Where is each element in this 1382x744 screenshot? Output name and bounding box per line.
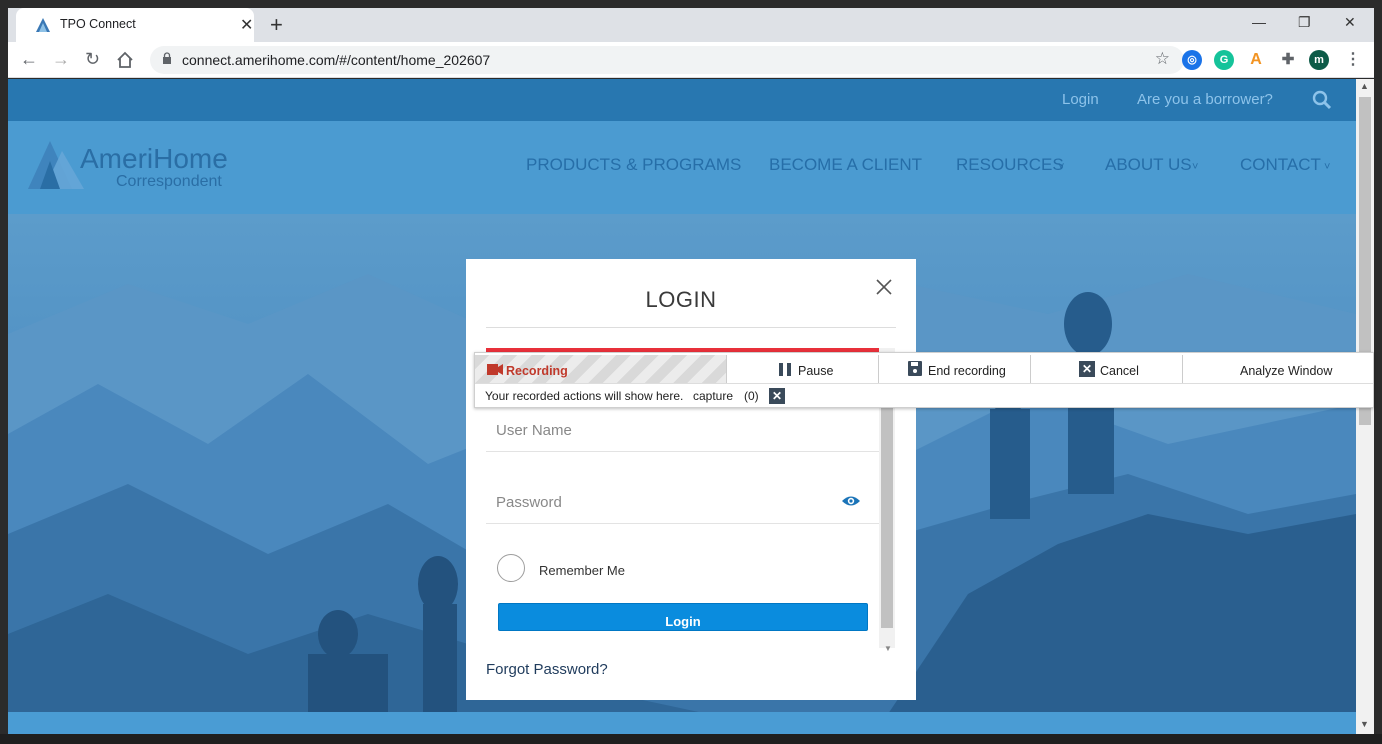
window-close-icon[interactable]: ✕	[1344, 14, 1356, 31]
username-field[interactable]: User Name	[486, 412, 879, 452]
recording-label: Recording	[506, 364, 568, 378]
chevron-down-icon: ˅	[1324, 161, 1331, 173]
browser-tab[interactable]: TPO Connect ✕	[16, 8, 254, 42]
save-icon	[908, 361, 922, 376]
recorder-divider	[475, 383, 1373, 384]
home-icon[interactable]	[116, 51, 134, 69]
analyze-window-label: Analyze Window	[1240, 364, 1333, 378]
tab-close-icon[interactable]: ✕	[240, 15, 253, 35]
recording-toolbar: Recording Pause End recording ✕ Cancel A…	[474, 352, 1374, 408]
lock-icon	[163, 52, 171, 64]
logo-subtitle: Correspondent	[116, 173, 222, 190]
address-bar[interactable]: connect.amerihome.com/#/content/home_202…	[150, 46, 1184, 74]
remember-me-radio[interactable]	[497, 554, 525, 582]
clear-actions-icon[interactable]: ✕	[769, 388, 785, 404]
new-tab-icon[interactable]: +	[270, 12, 283, 38]
scroll-up-icon[interactable]: ▲	[1360, 81, 1369, 91]
modal-scroll-down-icon[interactable]: ▼	[884, 644, 892, 653]
extension-recorder-icon[interactable]: ◎	[1182, 50, 1202, 70]
nav-resources[interactable]: RESOURCES	[956, 155, 1064, 175]
capture-count: (0)	[744, 389, 759, 403]
url-text: connect.amerihome.com/#/content/home_202…	[182, 52, 491, 68]
video-camera-icon	[487, 364, 503, 375]
browser-menu-icon[interactable]: ⋮	[1343, 50, 1363, 70]
login-button[interactable]: Login	[498, 603, 868, 631]
recording-status: Recording	[475, 355, 727, 383]
nav-products-programs[interactable]: PRODUCTS & PROGRAMS	[526, 155, 741, 175]
extension-a-icon[interactable]: A	[1246, 50, 1266, 70]
cancel-x-icon: ✕	[1079, 361, 1095, 377]
forgot-password-link[interactable]: Forgot Password?	[486, 661, 608, 678]
pause-icon	[779, 363, 791, 376]
end-recording-button[interactable]: End recording	[879, 355, 1031, 383]
amerihome-favicon-icon	[36, 18, 50, 32]
restore-icon[interactable]: ❐	[1298, 14, 1311, 31]
topbar-login-link[interactable]: Login	[1062, 91, 1099, 108]
pause-label: Pause	[798, 364, 834, 378]
taskbar	[0, 734, 1382, 744]
modal-close-icon[interactable]	[874, 277, 894, 297]
search-icon[interactable]	[1312, 90, 1332, 110]
browser-window: TPO Connect ✕ + — ❐ ✕ ← → ↻ connect.amer…	[0, 0, 1382, 744]
grammarly-icon[interactable]: G	[1214, 50, 1234, 70]
logo-mark-icon	[28, 141, 84, 189]
forward-icon[interactable]: →	[52, 49, 70, 70]
capture-link[interactable]: capture	[693, 389, 733, 403]
pause-button[interactable]: Pause	[727, 355, 879, 383]
recorded-actions-text: Your recorded actions will show here.	[485, 389, 684, 403]
modal-divider	[486, 327, 896, 328]
cancel-label: Cancel	[1100, 364, 1139, 378]
chevron-down-icon: ˅	[1058, 161, 1065, 173]
tab-title: TPO Connect	[60, 17, 136, 31]
amerihome-logo[interactable]: AmeriHome Correspondent	[28, 139, 248, 199]
browser-toolbar: ← → ↻ connect.amerihome.com/#/content/ho…	[8, 42, 1374, 78]
remember-me-label: Remember Me	[539, 563, 625, 578]
cancel-button[interactable]: ✕ Cancel	[1031, 355, 1183, 383]
nav-contact[interactable]: CONTACT	[1240, 155, 1321, 175]
borrower-link[interactable]: Are you a borrower?	[1137, 91, 1273, 108]
scroll-down-icon[interactable]: ▼	[1360, 719, 1369, 729]
chevron-down-icon: ˅	[1192, 161, 1199, 173]
logo-wordmark: AmeriHome	[80, 143, 228, 174]
password-placeholder: Password	[496, 494, 562, 511]
tab-strip: TPO Connect ✕ + — ❐ ✕	[8, 8, 1374, 42]
end-recording-label: End recording	[928, 364, 1006, 378]
profile-avatar[interactable]: m	[1309, 50, 1329, 70]
username-placeholder: User Name	[496, 422, 572, 439]
nav-about-us[interactable]: ABOUT US	[1105, 155, 1192, 175]
nav-become-client[interactable]: BECOME A CLIENT	[769, 155, 922, 175]
site-header: AmeriHome Correspondent PRODUCTS & PROGR…	[8, 121, 1356, 214]
password-field[interactable]: Password	[486, 484, 879, 524]
bookmark-star-icon[interactable]: ☆	[1155, 49, 1170, 69]
minimize-icon[interactable]: —	[1252, 14, 1266, 30]
login-modal: LOGIN ▼ User Name Password Remember Me L…	[466, 259, 916, 700]
analyze-window-button[interactable]: Analyze Window	[1183, 355, 1373, 383]
back-icon[interactable]: ←	[20, 49, 38, 70]
modal-title: LOGIN	[645, 287, 717, 312]
extensions-puzzle-icon[interactable]: ✚	[1278, 50, 1298, 70]
site-topbar: Login Are you a borrower?	[8, 79, 1356, 121]
reload-icon[interactable]: ↻	[85, 49, 100, 70]
site-footer-strip	[8, 712, 1356, 734]
show-password-eye-icon[interactable]	[841, 494, 861, 508]
